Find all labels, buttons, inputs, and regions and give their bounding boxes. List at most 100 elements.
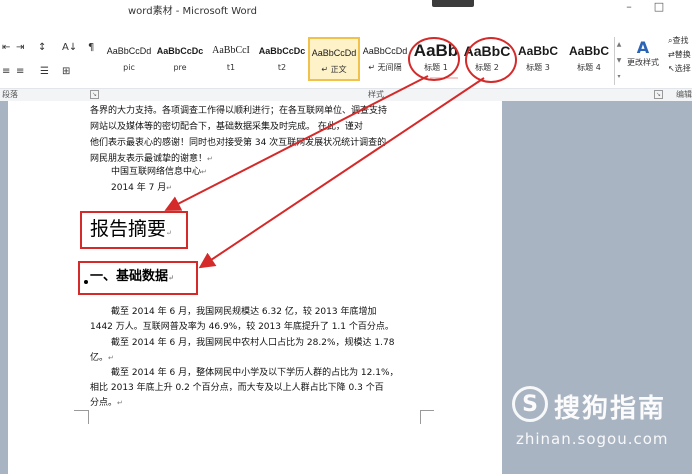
crop-mark bbox=[74, 410, 89, 411]
style-name: pre bbox=[173, 63, 187, 72]
change-styles-label: 更改样式 bbox=[627, 58, 659, 67]
body-line: 亿。↵ bbox=[90, 350, 114, 366]
style-heading-4[interactable]: AaBbC 标题 4 bbox=[563, 37, 615, 81]
crop-mark bbox=[420, 410, 434, 411]
paragraph-mark: ↵ bbox=[166, 229, 172, 237]
maximize-button[interactable]: □ bbox=[652, 1, 666, 13]
style-t1[interactable]: AaBbCcI t1 bbox=[205, 37, 257, 81]
annotation-ellipse-heading2 bbox=[465, 37, 517, 83]
style-sample: AaBbCcDc bbox=[258, 46, 306, 56]
window-title: word素材 - Microsoft Word bbox=[128, 6, 257, 17]
style-sample: AaBbC bbox=[517, 44, 558, 58]
gallery-more-icon[interactable]: ▾ bbox=[614, 69, 623, 85]
style-sample: AaBbCcDd bbox=[362, 46, 408, 56]
paragraph-mark: ↵ bbox=[108, 354, 114, 362]
heading-1-label: 报告摘要 bbox=[90, 218, 167, 240]
change-styles-button[interactable]: A 更改样式 bbox=[626, 38, 660, 84]
title-bar: word素材 - Microsoft Word – □ bbox=[0, 0, 692, 20]
heading-2-label: 一、基础数据 bbox=[90, 269, 169, 284]
style-pic[interactable]: AaBbCcDd pic bbox=[103, 37, 155, 81]
replace-label: 替换 bbox=[674, 50, 691, 59]
scroll-up-icon[interactable]: ▲ bbox=[614, 37, 623, 53]
minimize-button[interactable]: – bbox=[622, 1, 636, 13]
crop-mark bbox=[88, 410, 89, 424]
list-bullet bbox=[84, 280, 88, 284]
org-text: 中国互联网络信息中心 bbox=[111, 167, 202, 177]
heading-2-text: 一、基础数据↵ bbox=[90, 267, 174, 288]
style-heading-3[interactable]: AaBbC 标题 3 bbox=[512, 37, 564, 81]
decrease-indent-icon[interactable]: ⇤ bbox=[2, 42, 10, 53]
style-name: t1 bbox=[226, 63, 236, 72]
style-sample: AaBbCcDd bbox=[106, 46, 152, 56]
style-sample: AaBbCcDd bbox=[311, 48, 357, 58]
paragraph-launcher-icon[interactable]: ↘ bbox=[90, 90, 99, 99]
org-line: 中国互联网络信息中心↵ bbox=[111, 164, 207, 180]
body-line-text: 分点。 bbox=[90, 398, 118, 408]
select-button[interactable]: ↖选择 bbox=[668, 62, 692, 76]
styles-launcher-icon[interactable]: ↘ bbox=[654, 90, 663, 99]
increase-indent-icon[interactable]: ⇥ bbox=[16, 42, 24, 53]
title-indicator bbox=[432, 0, 474, 7]
style-name: t2 bbox=[277, 63, 287, 72]
select-icon: ↖ bbox=[668, 64, 675, 73]
group-label-editing: 编辑 bbox=[676, 90, 692, 99]
style-name: 标题 3 bbox=[526, 63, 550, 72]
sogou-logo-icon: S bbox=[512, 386, 548, 422]
styles-gallery: AaBbCcDd pic AaBbCcDc pre AaBbCcI t1 AaB… bbox=[103, 37, 623, 82]
paragraph-mark: ↵ bbox=[117, 399, 123, 407]
body-line: 分点。↵ bbox=[90, 395, 123, 411]
shading-icon[interactable]: ☰ bbox=[40, 66, 49, 77]
line-spacing-icon[interactable]: ↕ bbox=[38, 42, 46, 53]
paragraph-mark: ↵ bbox=[201, 168, 207, 176]
align-icon[interactable]: ≡ bbox=[2, 66, 10, 77]
style-name: pic bbox=[123, 63, 135, 72]
body-line: 1442 万人。互联网普及率为 46.9%，较 2013 年底提升了 1.1 个… bbox=[90, 322, 394, 332]
sort-icon[interactable]: A↓ bbox=[62, 42, 77, 53]
style-no-spacing[interactable]: AaBbCcDd ↵ 无间隔 bbox=[359, 37, 411, 81]
change-styles-icon: A bbox=[636, 38, 650, 57]
style-normal[interactable]: AaBbCcDd ↵ 正文 bbox=[308, 37, 360, 81]
body-line: 网站以及媒体等的密切配合下，基础数据采集及时完成。 在此，谨对 bbox=[90, 122, 363, 132]
select-label: 选择 bbox=[674, 64, 691, 73]
annotation-ellipse-heading1 bbox=[408, 37, 460, 81]
style-pre[interactable]: AaBbCcDc pre bbox=[154, 37, 206, 81]
editing-group: ⌕查找 ⇄替换 ↖选择 bbox=[668, 34, 692, 76]
body-line: 相比 2013 年底上升 0.2 个百分点，而大专及以上人群占比下降 0.3 个… bbox=[90, 383, 384, 393]
style-name: 标题 4 bbox=[577, 63, 601, 72]
style-sample: AaBbCcI bbox=[212, 45, 250, 56]
date-line: 2014 年 7 月↵ bbox=[111, 180, 172, 196]
body-line-text: 网民朋友表示最诚挚的谢意！ bbox=[90, 154, 208, 164]
body-line: 截至 2014 年 6 月，我国网民中农村人口占比为 28.2%，规模达 1.7… bbox=[111, 338, 395, 348]
show-marks-icon[interactable]: ¶ bbox=[88, 42, 94, 53]
paragraph-mark: ↵ bbox=[207, 155, 213, 163]
watermark-name: 搜狗指南 bbox=[554, 394, 667, 424]
body-line: 截至 2014 年 6 月，整体网民中小学及以下学历人群的占比为 12.1%， bbox=[111, 368, 399, 378]
style-sample: AaBbCcDc bbox=[156, 46, 204, 56]
justify-icon[interactable]: ≡ bbox=[16, 66, 24, 77]
find-button[interactable]: ⌕查找 bbox=[668, 34, 692, 48]
gallery-scroll[interactable]: ▲ ▼ ▾ bbox=[614, 37, 623, 85]
heading-1-text: 报告摘要↵ bbox=[90, 217, 172, 245]
find-label: 查找 bbox=[672, 36, 689, 45]
body-line: 截至 2014 年 6 月，我国网民规模达 6.32 亿，较 2013 年底增加 bbox=[111, 307, 377, 317]
sogou-watermark: S 搜狗指南 zhinan.sogou.com bbox=[512, 386, 682, 458]
group-label-paragraph: 段落 bbox=[2, 90, 18, 99]
body-line: 他们表示最衷心的感谢！同时也对接受第 34 次互联网发展状况统计调查的 bbox=[90, 138, 387, 148]
replace-icon: ⇄ bbox=[668, 50, 675, 59]
watermark-url: zhinan.sogou.com bbox=[516, 430, 669, 448]
style-t2[interactable]: AaBbCcDc t2 bbox=[256, 37, 308, 81]
body-line-text: 亿。 bbox=[90, 353, 109, 363]
body-line: 各界的大力支持。各项调查工作得以顺利进行；在各互联网单位、调查支持 bbox=[90, 106, 388, 116]
scroll-down-icon[interactable]: ▼ bbox=[614, 53, 623, 69]
style-name: ↵ 正文 bbox=[321, 65, 347, 74]
ribbon-group-bar bbox=[0, 88, 692, 101]
crop-mark bbox=[420, 410, 421, 424]
borders-icon[interactable]: ⊞ bbox=[62, 66, 70, 77]
date-text: 2014 年 7 月 bbox=[111, 183, 167, 193]
group-label-styles: 样式 bbox=[368, 90, 384, 99]
style-name: ↵ 无间隔 bbox=[368, 63, 402, 72]
style-sample: AaBbC bbox=[568, 44, 609, 58]
paragraph-mark: ↵ bbox=[166, 184, 173, 192]
replace-button[interactable]: ⇄替换 bbox=[668, 48, 692, 62]
paragraph-mark: ↵ bbox=[168, 273, 174, 282]
